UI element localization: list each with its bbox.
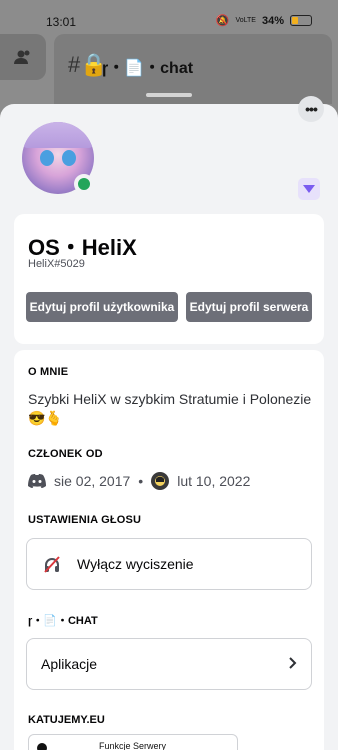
online-status-indicator [74,174,94,194]
more-options-button[interactable]: ••• [298,96,324,122]
chevron-right-icon [289,656,297,672]
channel-section-title: ɼ・📄・CHAT [28,615,98,627]
nitro-badge-icon[interactable] [298,178,320,200]
server-preview-label: Funkcje Serwery [99,741,167,750]
edit-server-profile-button[interactable]: Edytuj profil serwera [186,292,312,322]
server-preview-card[interactable]: Funkcje Serwery [28,734,238,750]
members-button[interactable] [0,34,46,80]
undeafen-label: Wyłącz wyciszenie [77,556,194,572]
username: HeliX#5029 [28,258,85,270]
bullet-icon [37,743,47,750]
members-icon [14,50,30,64]
voice-settings-title: USTAWIENIA GŁOSU [28,514,142,526]
sheet-drag-handle[interactable] [146,93,192,97]
network-label: VoLTE [235,17,256,24]
profile-name-card: OS・HeliX HeliX#5029 Edytuj profil użytko… [14,214,324,344]
member-since-row: sie 02, 2017 • lut 10, 2022 [28,472,250,490]
server-icon [151,472,170,490]
about-text: Szybki HeliX w szybkim Stratumie i Polon… [28,390,318,428]
about-emoji: 😎🫰 [28,410,63,426]
about-body: Szybki HeliX w szybkim Stratumie i Polon… [28,391,312,407]
profile-sheet: ••• OS・HeliX HeliX#5029 Edytuj profil uż… [0,96,338,750]
apps-label: Aplikacje [41,656,98,672]
headphones-muted-icon [41,553,63,575]
background-channel-name: ɼ・📄・chat [102,60,194,77]
server-join-date: lut 10, 2022 [177,473,251,489]
server-section-title: KATUJEMY.EU [28,714,105,726]
battery-icon [290,15,312,26]
about-title: O MNIE [28,366,69,378]
undeafen-button[interactable]: Wyłącz wyciszenie [26,538,312,590]
discord-logo-icon [28,472,46,490]
apps-button[interactable]: Aplikacje [26,638,312,690]
discord-join-date: sie 02, 2017 [54,473,131,489]
profile-info-card: O MNIE Szybki HeliX w szybkim Stratumie … [14,350,324,750]
status-time: 13:01 [46,15,77,29]
status-icons: 🔕 VoLTE 34% [216,14,312,27]
mute-icon: 🔕 [215,15,230,27]
member-since-title: CZŁONEK OD [28,448,103,460]
edit-user-profile-button[interactable]: Edytuj profil użytkownika [26,292,178,322]
battery-percent: 34% [261,14,284,27]
background-channel-header: #🔒 ɼ・📄・chat [54,34,332,104]
separator-dot: • [138,473,144,489]
